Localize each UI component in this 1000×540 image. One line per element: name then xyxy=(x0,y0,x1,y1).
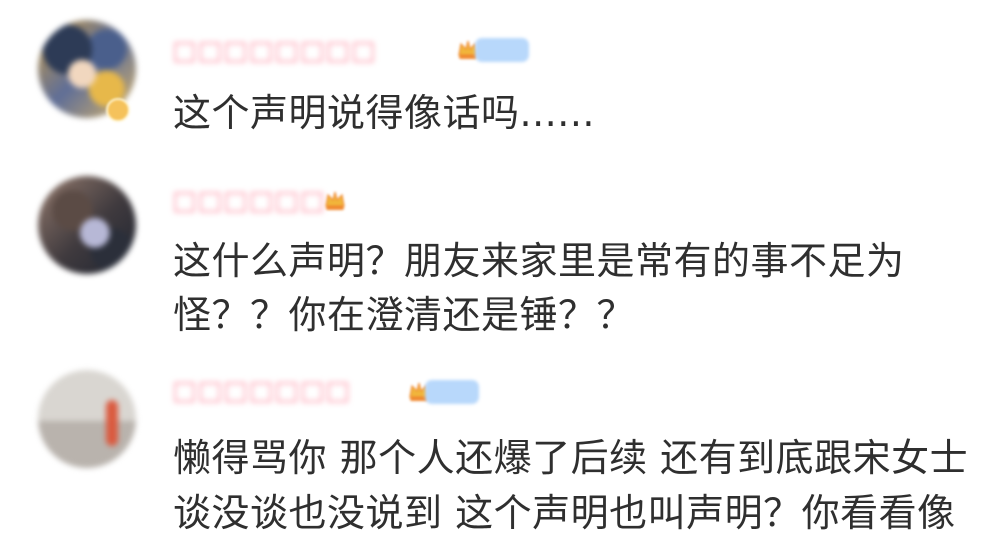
crown-icon xyxy=(322,186,348,214)
username[interactable]: □□□□□□□□ xyxy=(172,35,377,67)
username[interactable]: □□□□□□□ xyxy=(172,375,351,407)
comment-text-line-1: 懒得骂你 那个人还爆了后续 还有到底跟宋女士 xyxy=(173,436,969,480)
comment-text-line-2: 谈没谈也没说到 这个声明也叫声明？你看看像 xyxy=(173,491,956,535)
comment-text-line-1: 这什么声明？朋友来家里是常有的事不足为 xyxy=(173,239,905,283)
verified-badge-icon xyxy=(106,98,130,122)
comment-text-line-2: 怪？？你在澄清还是锤？？ xyxy=(173,293,636,337)
avatar[interactable] xyxy=(38,176,136,274)
username[interactable]: □□□□□□ xyxy=(172,185,325,217)
comment-text: 这个声明说得像话吗...... xyxy=(173,91,595,135)
level-badge xyxy=(475,38,529,62)
avatar[interactable] xyxy=(38,370,136,468)
level-badge xyxy=(425,380,479,404)
